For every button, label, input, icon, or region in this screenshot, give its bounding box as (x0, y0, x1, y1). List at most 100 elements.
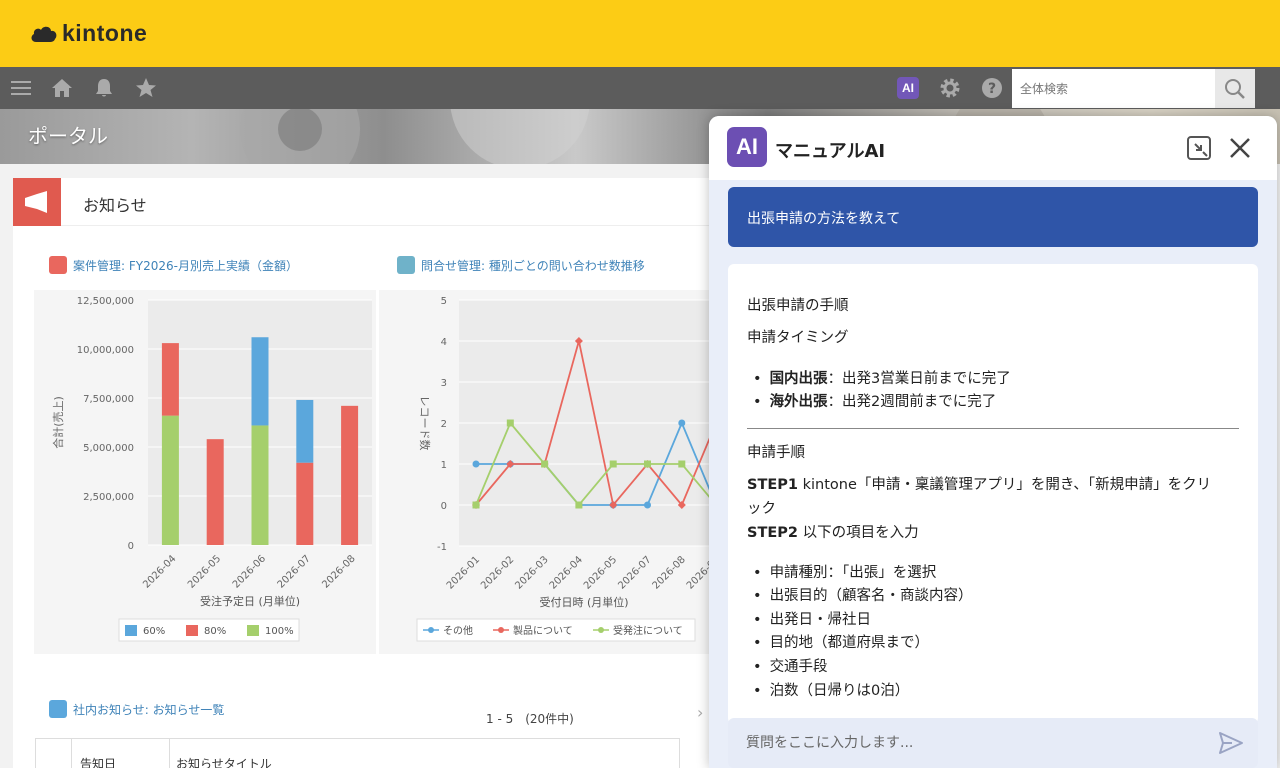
line-chart: -1012345レコード数2026-012026-022026-032026-0… (379, 290, 709, 654)
next-page-icon[interactable]: › (697, 703, 703, 722)
ai-panel-title: マニュアルAI (775, 141, 886, 162)
chat-icon (397, 256, 415, 274)
legend-marker (428, 627, 434, 633)
y-axis-label: 合計(売上) (51, 396, 65, 449)
notice-header: お知らせ (13, 178, 713, 226)
send-icon[interactable] (1218, 731, 1244, 755)
x-tick-label: 2026-08 (320, 553, 357, 590)
list-item: 海外出張：出発2週間前までに完了 (753, 390, 997, 411)
domestic-label: 国内出張 (769, 371, 828, 387)
bar-segment (161, 415, 179, 545)
list-title[interactable]: 社内お知らせ: お知らせ一覧 (49, 700, 224, 718)
search-button[interactable] (1215, 69, 1255, 108)
list-item: 出発日・帰社日 (753, 608, 872, 629)
data-point (575, 501, 583, 509)
overseas-text: ：出発2週間前までに完了 (827, 394, 997, 410)
step1-continued: ック (747, 501, 776, 517)
kintone-logo[interactable]: kintone (30, 20, 147, 47)
portal-content: お知らせ 案件管理: FY2026-月別売上実績（金額） 問合せ管理: 種別ごと… (13, 178, 713, 768)
y-tick-label: 3 (441, 378, 447, 389)
step2-label: STEP2 (747, 525, 798, 541)
bar-segment (296, 462, 314, 545)
data-point (472, 460, 480, 468)
chart1-title[interactable]: 案件管理: FY2026-月別売上実績（金額） (49, 256, 298, 274)
list-item: 出張目的（顧客名・商談内容） (753, 584, 973, 605)
ai-badge[interactable]: AI (897, 77, 919, 99)
domestic-text: ：出発3営業日前までに完了 (827, 371, 1011, 387)
legend-label: 製品について (513, 624, 573, 637)
table-header-blank (36, 739, 72, 768)
answer-timing: 申請タイミング (747, 330, 849, 346)
home-icon[interactable] (50, 76, 74, 100)
x-axis-label: 受注予定日 (月単位) (200, 594, 300, 608)
chart1-title-text: 案件管理: FY2026-月別売上実績（金額） (73, 258, 298, 273)
bar-segment (341, 405, 359, 545)
bar-segment (251, 337, 269, 426)
bar-chart: 0 2,500,000 5,000,000 7,500,000 10,000,000 12… (34, 290, 376, 654)
column-date[interactable]: 告知日 (72, 739, 170, 768)
list-item: 申請種別：「出張」を選択 (753, 561, 937, 582)
y-tick-label: 0 (441, 501, 447, 512)
x-tick-label: 2026-02 (479, 554, 516, 591)
list-icon (49, 700, 67, 718)
x-tick-label: 2026-08 (651, 554, 688, 591)
y-tick-label: 2 (441, 419, 447, 430)
page-title: ポータル (28, 124, 108, 148)
bar-segment (296, 399, 314, 463)
shrink-icon[interactable] (1186, 135, 1212, 161)
divider (747, 428, 1239, 429)
bar-segment (206, 439, 224, 545)
ai-question-input[interactable] (728, 718, 1208, 768)
ai-chat-panel: AI マニュアルAI 出張申請の方法を教えて 出張申請の手順 申請タイミング 国… (709, 116, 1277, 768)
star-icon[interactable] (134, 76, 158, 100)
data-point (541, 460, 549, 468)
user-message: 出張申請の方法を教えて (728, 187, 1258, 247)
step1-text: kintone「申請・稟議管理アプリ」を開き、「新規申請」をクリ (797, 477, 1212, 493)
list-item: 目的地（都道府県まで） (753, 631, 930, 652)
answer-heading: 出張申請の手順 (747, 298, 849, 314)
step1: STEP1 kintone「申請・稟議管理アプリ」を開き、「新規申請」をクリ (747, 473, 1211, 494)
bell-icon[interactable] (92, 76, 116, 100)
help-icon[interactable]: ? (980, 76, 1004, 100)
logo-text: kintone (62, 20, 148, 46)
legend-label: 100% (265, 626, 294, 637)
legend-label: 60% (143, 626, 165, 637)
ai-answer: 出張申請の手順 申請タイミング 国内出張：出発3営業日前までに完了 海外出張：出… (728, 264, 1258, 724)
y-tick-label: -1 (437, 542, 447, 553)
list-item: 泊数（日帰りは0泊） (753, 679, 910, 700)
overseas-label: 海外出張 (769, 394, 828, 410)
table-header: 告知日 お知らせタイトル (35, 738, 680, 768)
x-tick-label: 2026-04 (548, 554, 585, 591)
list-item: 交通手段 (753, 655, 828, 676)
pager-text: 1 - 5 (20件中) (486, 712, 574, 726)
y-tick-label: 5 (441, 296, 447, 307)
x-tick-label: 2026-03 (513, 554, 550, 591)
ai-logo-icon: AI (727, 127, 767, 167)
legend-swatch (247, 625, 259, 636)
legend-marker (498, 627, 504, 633)
step2: STEP2 以下の項目を入力 (747, 521, 919, 542)
chart2-title-text: 問合せ管理: 種別ごとの問い合わせ数推移 (421, 258, 645, 273)
bar-segment (251, 425, 269, 545)
chart2-title[interactable]: 問合せ管理: 種別ごとの問い合わせ数推移 (397, 256, 645, 274)
menu-icon[interactable] (9, 76, 33, 100)
data-point (678, 460, 686, 468)
search-icon (1225, 78, 1245, 99)
bar-segment (161, 343, 179, 416)
data-point (644, 460, 651, 468)
close-icon[interactable] (1227, 135, 1253, 161)
data-point (644, 501, 651, 509)
y-tick-label: 2,500,000 (83, 492, 134, 503)
legend-marker (598, 627, 604, 633)
header-bar: kintone (0, 0, 1280, 67)
gear-icon[interactable] (938, 76, 962, 100)
column-title[interactable]: お知らせタイトル (170, 739, 681, 768)
search-input[interactable] (1012, 69, 1215, 108)
x-tick-label: 2026-06 (231, 553, 268, 590)
legend-label: 80% (204, 626, 226, 637)
x-tick-label: 2026-04 (141, 553, 178, 590)
app-icon (49, 256, 67, 274)
data-point (609, 460, 617, 468)
x-tick-label: 2026-01 (445, 554, 482, 591)
answer-procedure: 申請手順 (747, 445, 805, 461)
